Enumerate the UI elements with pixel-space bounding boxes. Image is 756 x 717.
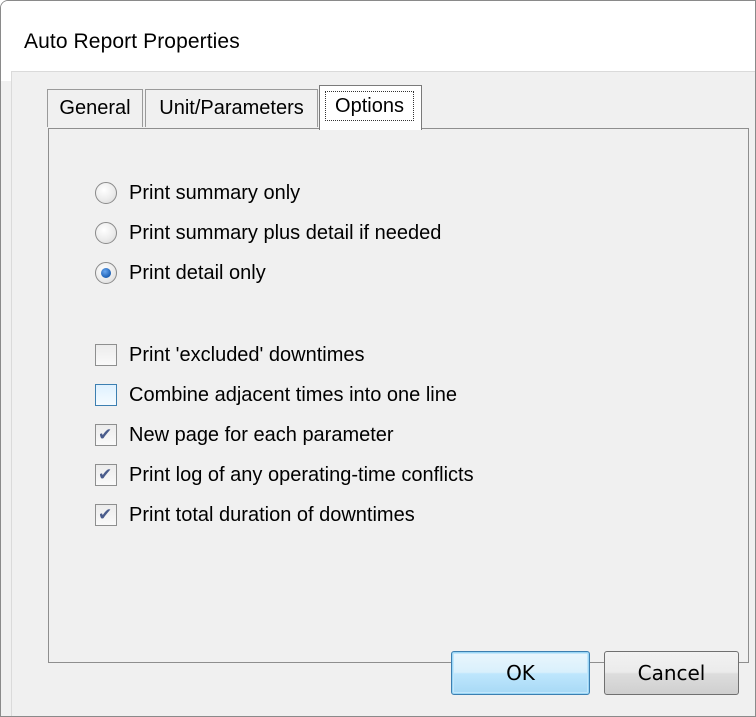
checkbox-print-total-duration[interactable]: Print total duration of downtimes (95, 500, 415, 530)
tab-unit-parameters[interactable]: Unit/Parameters (145, 89, 318, 127)
checkbox-combine-adjacent-times[interactable]: Combine adjacent times into one line (95, 380, 457, 410)
checkbox-label: Print total duration of downtimes (129, 503, 415, 526)
radio-button[interactable] (95, 222, 117, 244)
radio-print-summary-plus-detail[interactable]: Print summary plus detail if needed (95, 218, 441, 248)
checkbox-new-page-each-parameter[interactable]: New page for each parameter (95, 420, 394, 450)
radio-label: Print summary only (129, 181, 301, 204)
checkbox-print-excluded-downtimes[interactable]: Print 'excluded' downtimes (95, 340, 365, 370)
radio-print-detail-only[interactable]: Print detail only (95, 258, 266, 288)
checkbox-label: Print 'excluded' downtimes (129, 343, 365, 366)
checkbox-label: Combine adjacent times into one line (129, 383, 457, 406)
window-title: Auto Report Properties (24, 30, 240, 53)
radio-print-summary-only[interactable]: Print summary only (95, 178, 300, 208)
tab-general[interactable]: General (47, 89, 143, 127)
ok-button[interactable]: OK (451, 651, 590, 695)
checkbox[interactable] (95, 384, 117, 406)
checkbox-label: New page for each parameter (129, 423, 394, 446)
checkbox-label: Print log of any operating-time conflict… (129, 463, 474, 486)
checkbox[interactable] (95, 344, 117, 366)
radio-label: Print summary plus detail if needed (129, 221, 442, 244)
checkbox-checked[interactable] (95, 424, 117, 446)
tab-options[interactable]: Options (319, 85, 422, 130)
auto-report-properties-dialog: Auto Report Properties General Unit/Para… (0, 0, 756, 717)
checkbox-checked[interactable] (95, 464, 117, 486)
radio-button-selected[interactable] (95, 262, 117, 284)
cancel-button[interactable]: Cancel (604, 651, 739, 695)
checkbox-checked[interactable] (95, 504, 117, 526)
tab-options-label: Options (325, 91, 414, 121)
radio-label: Print detail only (129, 261, 266, 284)
title-bar[interactable]: Auto Report Properties (1, 1, 755, 81)
radio-button[interactable] (95, 182, 117, 204)
checkbox-print-operating-time-conflicts[interactable]: Print log of any operating-time conflict… (95, 460, 474, 490)
